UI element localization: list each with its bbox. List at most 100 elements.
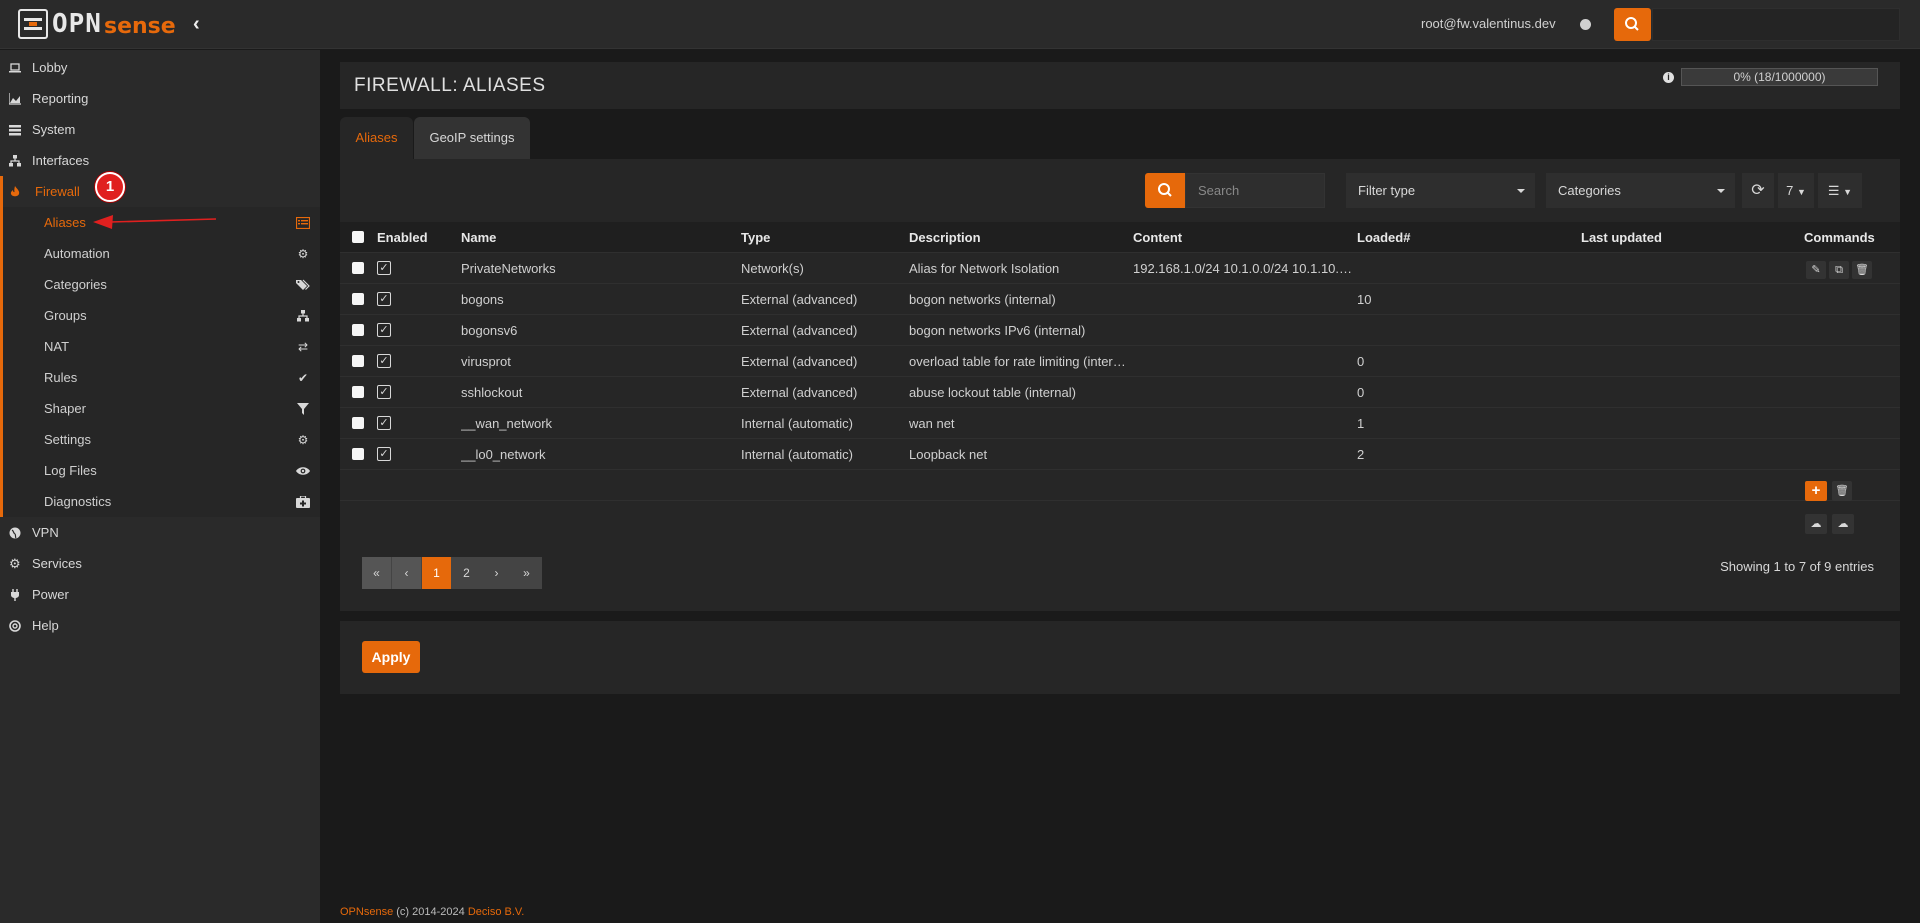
columns-button[interactable]: ☰ ▼ — [1818, 173, 1862, 208]
alias-last-updated — [1581, 284, 1741, 315]
sidebar-item-reporting[interactable]: Reporting — [0, 83, 320, 114]
collapse-sidebar-icon[interactable]: ‹ — [193, 14, 209, 34]
row-select-checkbox[interactable] — [352, 293, 364, 305]
enabled-check-icon[interactable]: ✓ — [377, 385, 391, 399]
delete-button[interactable]: 🗑 — [1852, 261, 1872, 279]
top-search-button[interactable] — [1614, 8, 1651, 41]
row-select-checkbox[interactable] — [352, 262, 364, 274]
header-loaded[interactable]: Loaded# — [1357, 222, 1477, 253]
page-next-button[interactable]: › — [482, 557, 512, 589]
alias-loaded — [1357, 315, 1477, 346]
opnsense-logo[interactable]: OPN sense — [18, 9, 176, 39]
header-enabled[interactable]: Enabled — [377, 222, 447, 253]
sidebar-sub-log-files[interactable]: Log Files — [0, 455, 320, 486]
sidebar-sub-label: NAT — [44, 339, 70, 354]
sidebar-sub-shaper[interactable]: Shaper — [0, 393, 320, 424]
sidebar-sub-settings[interactable]: Settings ⚙ — [0, 424, 320, 455]
sidebar-item-vpn[interactable]: VPN — [0, 517, 320, 548]
alias-loaded — [1357, 253, 1477, 284]
header-content[interactable]: Content — [1133, 222, 1353, 253]
enabled-check-icon[interactable]: ✓ — [377, 354, 391, 368]
sidebar-item-power[interactable]: Power — [0, 579, 320, 610]
alias-description: abuse lockout table (internal) — [909, 385, 1076, 400]
row-select-checkbox[interactable] — [352, 386, 364, 398]
user-label[interactable]: root@fw.valentinus.dev — [1421, 16, 1556, 31]
sidebar-item-system[interactable]: System — [0, 114, 320, 145]
download-button[interactable]: ☁ — [1805, 514, 1827, 534]
delete-selected-button[interactable]: 🗑 — [1832, 481, 1852, 501]
table-row[interactable]: ✓ bogons External (advanced) bogon networks… — [340, 284, 1900, 315]
table-row[interactable]: ✓ virusprot External (advanced) overload ta… — [340, 346, 1900, 377]
enabled-check-icon[interactable]: ✓ — [377, 323, 391, 337]
enabled-check-icon[interactable]: ✓ — [377, 447, 391, 461]
page-prev-button[interactable]: ‹ — [392, 557, 422, 589]
footer-company-link[interactable]: Deciso B.V. — [468, 906, 524, 918]
sidebar-sub-label: Rules — [44, 370, 78, 385]
select-all-checkbox[interactable] — [352, 231, 364, 243]
sidebar-sub-groups[interactable]: Groups — [0, 300, 320, 331]
row-select-checkbox[interactable] — [352, 417, 364, 429]
sidebar-item-firewall[interactable]: Firewall — [0, 176, 320, 207]
apply-button[interactable]: Apply — [362, 641, 420, 673]
page-first-button[interactable]: « — [362, 557, 392, 589]
row-select-checkbox[interactable] — [352, 324, 364, 336]
page-last-button[interactable]: » — [512, 557, 542, 589]
grid-search-button[interactable] — [1145, 173, 1185, 208]
clone-button[interactable]: ⧉ — [1829, 261, 1849, 279]
top-search-input[interactable] — [1652, 8, 1900, 41]
refresh-button[interactable]: ⟳ — [1742, 173, 1774, 208]
sidebar-item-help[interactable]: Help — [0, 610, 320, 641]
header-name[interactable]: Name — [461, 222, 721, 253]
sidebar-item-label: Help — [32, 618, 59, 633]
page-1-button[interactable]: 1 — [422, 557, 452, 589]
tab-aliases[interactable]: Aliases — [340, 117, 413, 159]
enabled-check-icon[interactable]: ✓ — [377, 292, 391, 306]
upload-button[interactable]: ☁ — [1832, 514, 1854, 534]
alias-name: sshlockout — [461, 385, 523, 400]
alias-last-updated — [1581, 315, 1741, 346]
tab-geoip-settings[interactable]: GeoIP settings — [414, 117, 530, 159]
sidebar-item-lobby[interactable]: Lobby — [0, 52, 320, 83]
logo-sense-text: sense — [103, 13, 176, 39]
grid-search-input[interactable]: Search — [1185, 173, 1325, 208]
table-row[interactable]: ✓ bogonsv6 External (advanced) bogon networ… — [340, 315, 1900, 346]
filter-type-select[interactable]: Filter type — [1346, 173, 1535, 208]
table-row[interactable]: ✓ sshlockout External (advanced) abuse lock… — [340, 377, 1900, 408]
row-select-checkbox[interactable] — [352, 448, 364, 460]
header-type[interactable]: Type — [741, 222, 901, 253]
page-2-button[interactable]: 2 — [452, 557, 482, 589]
sidebar-item-services[interactable]: ⚙ Services — [0, 548, 320, 579]
categories-label: Categories — [1558, 183, 1621, 198]
table-row[interactable]: ✓ __wan_network Internal (automatic) wan ne… — [340, 408, 1900, 439]
sidebar-sub-diagnostics[interactable]: Diagnostics — [0, 486, 320, 517]
table-row[interactable]: ✓ __lo0_network Internal (automatic) Loopba… — [340, 439, 1900, 470]
sidebar-sub-aliases[interactable]: Aliases — [0, 207, 320, 238]
add-alias-button[interactable]: + — [1805, 481, 1827, 501]
header-description[interactable]: Description — [909, 222, 1127, 253]
sidebar-sub-rules[interactable]: Rules ✔ — [0, 362, 320, 393]
row-select-checkbox[interactable] — [352, 355, 364, 367]
alias-loaded: 10 — [1357, 292, 1372, 307]
header-last-updated[interactable]: Last updated — [1581, 222, 1741, 253]
life-ring-icon — [9, 619, 21, 632]
row-count-button[interactable]: 7 ▼ — [1778, 173, 1814, 208]
sidebar-item-interfaces[interactable]: Interfaces — [0, 145, 320, 176]
sidebar-sub-label: Groups — [44, 308, 87, 323]
edit-button[interactable]: ✎ — [1806, 261, 1826, 279]
categories-select[interactable]: Categories — [1546, 173, 1735, 208]
alias-name: __wan_network — [461, 416, 553, 431]
sidebar-sub-automation[interactable]: Automation ⚙ — [0, 238, 320, 269]
table-row[interactable]: ✓ PrivateNetworks Network(s) Alias for Netw… — [340, 253, 1900, 284]
logo-mark-icon — [18, 9, 48, 39]
sidebar-sub-nat[interactable]: NAT ⇄ — [0, 331, 320, 362]
sidebar-sub-categories[interactable]: Categories — [0, 269, 320, 300]
status-dot-icon[interactable] — [1580, 19, 1591, 30]
info-icon[interactable]: i — [1663, 72, 1674, 83]
pencil-icon: ✎ — [1811, 264, 1821, 276]
trash-icon: 🗑 — [1835, 485, 1849, 497]
footer-brand-link[interactable]: OPNsense — [340, 906, 393, 918]
alias-name: __lo0_network — [461, 447, 546, 462]
enabled-check-icon[interactable]: ✓ — [377, 261, 391, 275]
footer: OPNsense (c) 2014-2024 Deciso B.V. — [340, 906, 524, 918]
enabled-check-icon[interactable]: ✓ — [377, 416, 391, 430]
